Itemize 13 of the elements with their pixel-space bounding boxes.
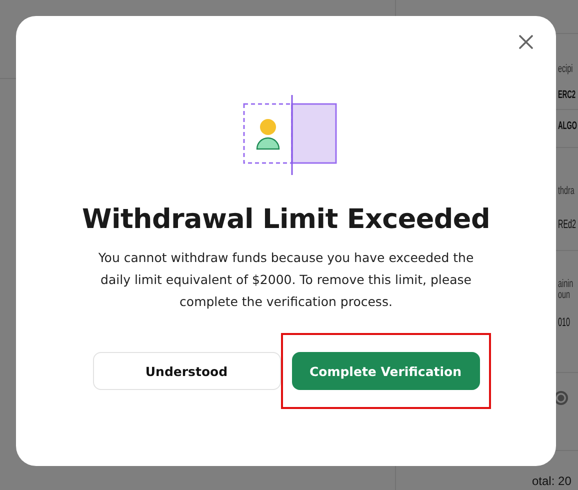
field-label: thdra	[558, 186, 574, 197]
field-value: 010	[558, 315, 570, 329]
field-value: ERC2	[558, 89, 576, 101]
field-label: ainin oun	[558, 279, 574, 301]
dialog-message: You cannot withdraw funds because you have exceeded the daily limit equivalent of $2000. To remove this limit, please complete the verification process.	[97, 249, 475, 311]
dialog-title: Withdrawal Limit Exceeded	[82, 204, 490, 235]
close-icon[interactable]	[516, 32, 536, 52]
field-value: REd2	[558, 217, 576, 231]
field-label: ecipi	[558, 64, 573, 75]
field-value: ALGO	[558, 120, 578, 132]
complete-verification-button[interactable]: Complete Verification	[292, 352, 480, 390]
total-text: otal: 20	[532, 474, 572, 488]
understood-button[interactable]: Understood	[92, 352, 280, 390]
